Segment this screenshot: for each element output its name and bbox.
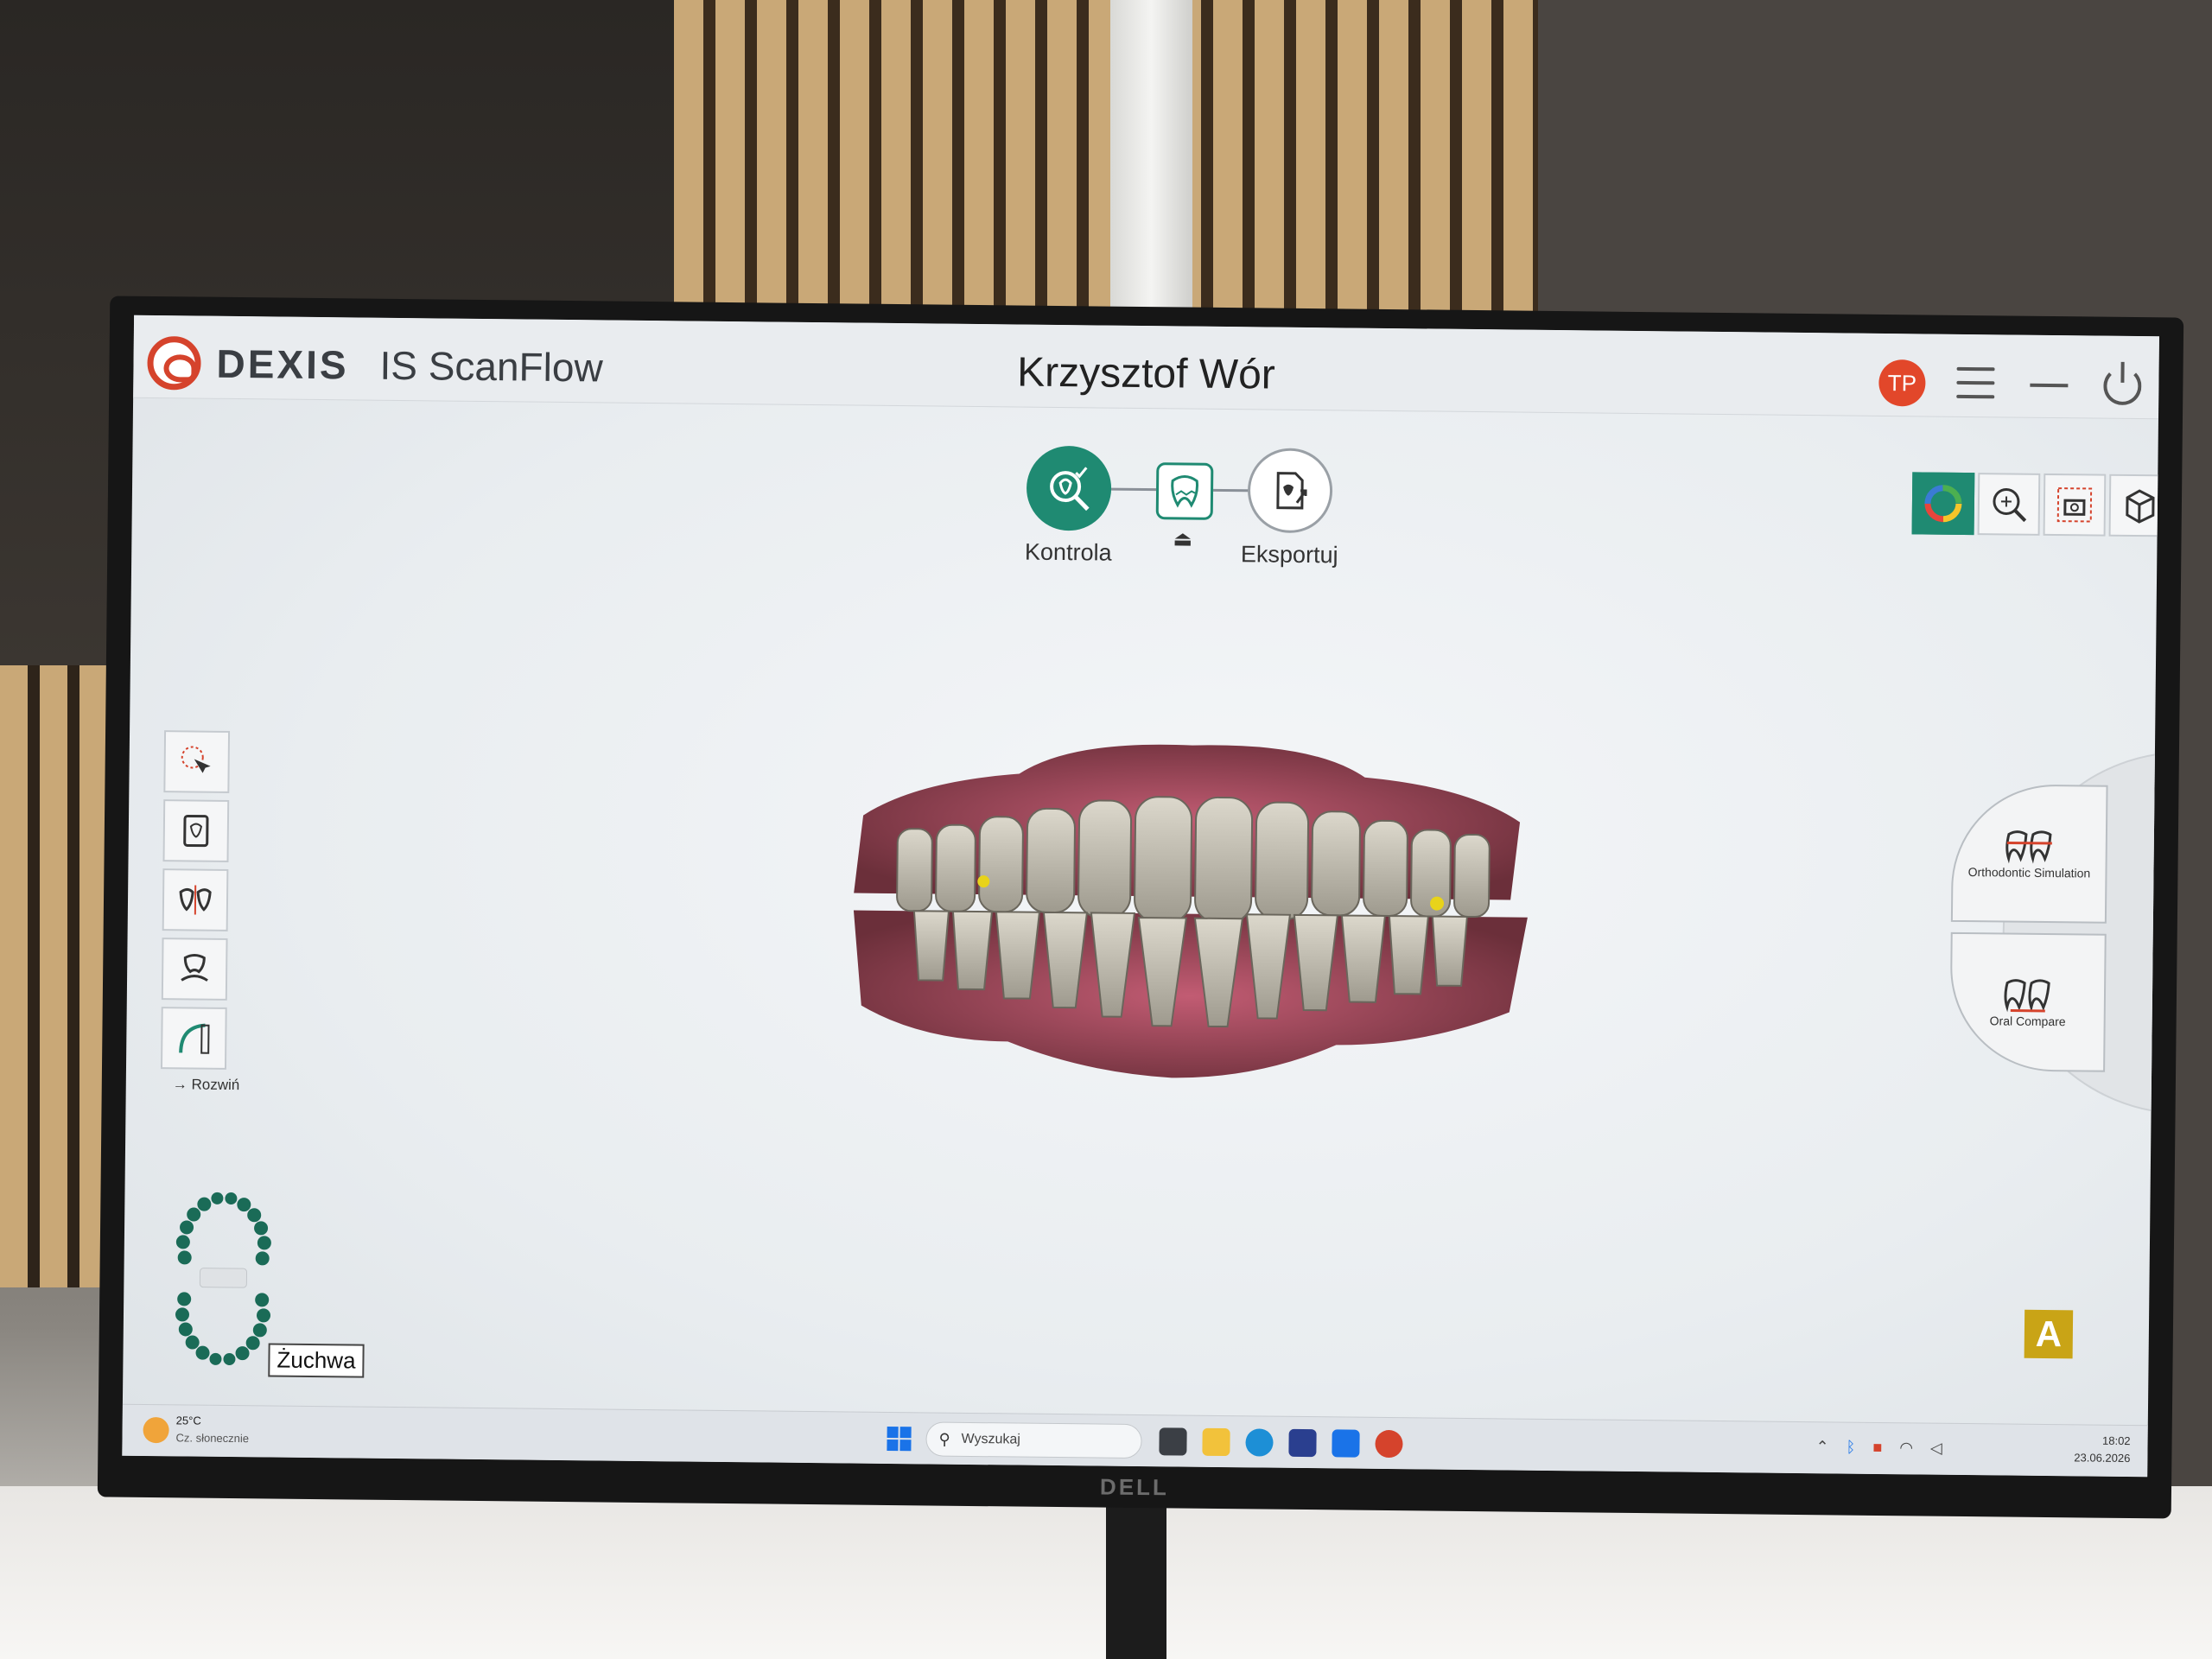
tooth-file-button[interactable] bbox=[162, 799, 230, 862]
minimize-icon[interactable] bbox=[2030, 383, 2069, 388]
oral-compare-label: Oral Compare bbox=[1989, 1013, 2066, 1028]
weather-icon[interactable] bbox=[143, 1416, 169, 1444]
jaw-tooltip: Żuchwa bbox=[268, 1343, 365, 1378]
bite-button[interactable] bbox=[161, 938, 228, 1001]
monitor: DEXIS IS ScanFlow Krzysztof Wór TP Kontr… bbox=[97, 296, 2184, 1519]
speaker-icon[interactable]: ◁ bbox=[1930, 1440, 1942, 1458]
windows-start-icon[interactable] bbox=[887, 1426, 912, 1452]
status-badge: A bbox=[2024, 1309, 2074, 1359]
orthodontic-simulation-label: Orthodontic Simulation bbox=[1967, 864, 2091, 880]
patient-name: Krzysztof Wór bbox=[1016, 349, 1276, 398]
teeth-compare-icon bbox=[2004, 978, 2050, 1013]
measure-curve-button[interactable] bbox=[160, 1007, 227, 1070]
tooth-pair-icon bbox=[179, 885, 212, 915]
chevron-up-icon[interactable]: ⌃ bbox=[1815, 1438, 1828, 1456]
windows-taskbar: 25°C Cz. słonecznie ⚲ Wyszukaj ⌃ ᛒ ■ ◠ ◁… bbox=[122, 1403, 2148, 1478]
dental-scan-3d-view[interactable] bbox=[843, 737, 1538, 1090]
task-view-icon[interactable] bbox=[1159, 1427, 1187, 1456]
title-bar: DEXIS IS ScanFlow Krzysztof Wór TP bbox=[133, 315, 2159, 420]
store-icon[interactable] bbox=[1288, 1428, 1317, 1458]
view-toolbar: › bbox=[1911, 472, 2159, 537]
system-tray: ⌃ ᛒ ■ ◠ ◁ bbox=[1815, 1438, 1942, 1458]
oral-compare-button[interactable]: Oral Compare bbox=[1949, 931, 2107, 1072]
monitor-stand bbox=[1106, 1486, 1166, 1659]
zoom-fit-button[interactable] bbox=[1977, 473, 2041, 536]
taskbar-search[interactable]: ⚲ Wyszukaj bbox=[925, 1421, 1142, 1459]
screenshot-button[interactable] bbox=[2043, 473, 2107, 537]
step-current-tooth[interactable] bbox=[1155, 462, 1214, 520]
search-placeholder: Wyszukaj bbox=[961, 1431, 1020, 1447]
hamburger-menu-icon[interactable] bbox=[1956, 366, 1995, 399]
step-connector bbox=[1111, 487, 1157, 492]
screen: DEXIS IS ScanFlow Krzysztof Wór TP Kontr… bbox=[122, 315, 2159, 1478]
taskbar-clock[interactable]: 18:02 23.06.2026 bbox=[2074, 1432, 2130, 1467]
left-toolbar bbox=[160, 730, 231, 1070]
braces-icon bbox=[2005, 830, 2052, 864]
lasso-select-button[interactable] bbox=[163, 730, 231, 793]
tooth-check-icon bbox=[1050, 467, 1090, 512]
scanflow-taskbar-icon[interactable] bbox=[1375, 1429, 1403, 1459]
background-pole bbox=[1110, 0, 1192, 320]
zoom-fit-icon bbox=[1993, 487, 2027, 523]
upper-arch-teeth bbox=[175, 1192, 271, 1266]
weather-desc: Cz. słonecznie bbox=[175, 1431, 250, 1446]
arch-map[interactable] bbox=[166, 1188, 280, 1370]
file-explorer-icon[interactable] bbox=[1202, 1427, 1230, 1457]
outlook-icon[interactable] bbox=[1332, 1429, 1360, 1458]
workflow-steps: Kontrola ⏏ Eksportuj bbox=[1025, 445, 1389, 570]
search-icon: ⚲ bbox=[938, 1430, 950, 1448]
security-icon[interactable]: ■ bbox=[1872, 1439, 1882, 1457]
lasso-select-icon bbox=[181, 746, 211, 773]
power-icon[interactable] bbox=[2103, 366, 2142, 406]
step-label-eksportuj: Eksportuj bbox=[1240, 541, 1338, 569]
step-kontrola[interactable] bbox=[1026, 445, 1112, 531]
user-avatar[interactable]: TP bbox=[1878, 359, 1926, 407]
step-label-kontrola: Kontrola bbox=[1024, 538, 1112, 566]
tooth-file-icon bbox=[183, 814, 209, 848]
orthodontic-simulation-button[interactable]: Orthodontic Simulation bbox=[1950, 783, 2108, 924]
expand-toolbar-link[interactable]: → Rozwiń bbox=[173, 1076, 240, 1094]
tooth-pair-button[interactable] bbox=[162, 868, 229, 931]
color-wheel-icon bbox=[1924, 485, 1962, 523]
background-wall-slats bbox=[674, 0, 1538, 320]
radial-tools-menu: Orthodontic Simulation Oral Compare bbox=[1949, 749, 2159, 1116]
ruler-curve-icon bbox=[179, 1023, 210, 1054]
color-toggle-button[interactable] bbox=[1911, 472, 1975, 536]
lower-arch-teeth bbox=[175, 1292, 270, 1365]
wireframe-button[interactable] bbox=[2108, 474, 2159, 537]
wifi-icon[interactable]: ◠ bbox=[1899, 1439, 1913, 1457]
arch-center-marker bbox=[199, 1268, 248, 1288]
screenshot-icon bbox=[2056, 487, 2093, 523]
dell-logo: DELL bbox=[1099, 1473, 1170, 1501]
edge-browser-icon[interactable] bbox=[1245, 1428, 1274, 1457]
tooth-icon bbox=[1171, 475, 1198, 508]
export-icon bbox=[1276, 472, 1307, 510]
home-icon[interactable]: ⏏ bbox=[1173, 526, 1192, 551]
clock-date: 23.06.2026 bbox=[2074, 1451, 2131, 1465]
wireframe-cube-icon bbox=[2126, 489, 2155, 524]
weather-temp: 25°C bbox=[175, 1414, 201, 1427]
clock-time: 18:02 bbox=[2101, 1433, 2131, 1448]
bite-icon bbox=[181, 954, 208, 982]
step-eksportuj[interactable] bbox=[1247, 448, 1333, 534]
bluetooth-icon[interactable]: ᛒ bbox=[1846, 1439, 1855, 1457]
